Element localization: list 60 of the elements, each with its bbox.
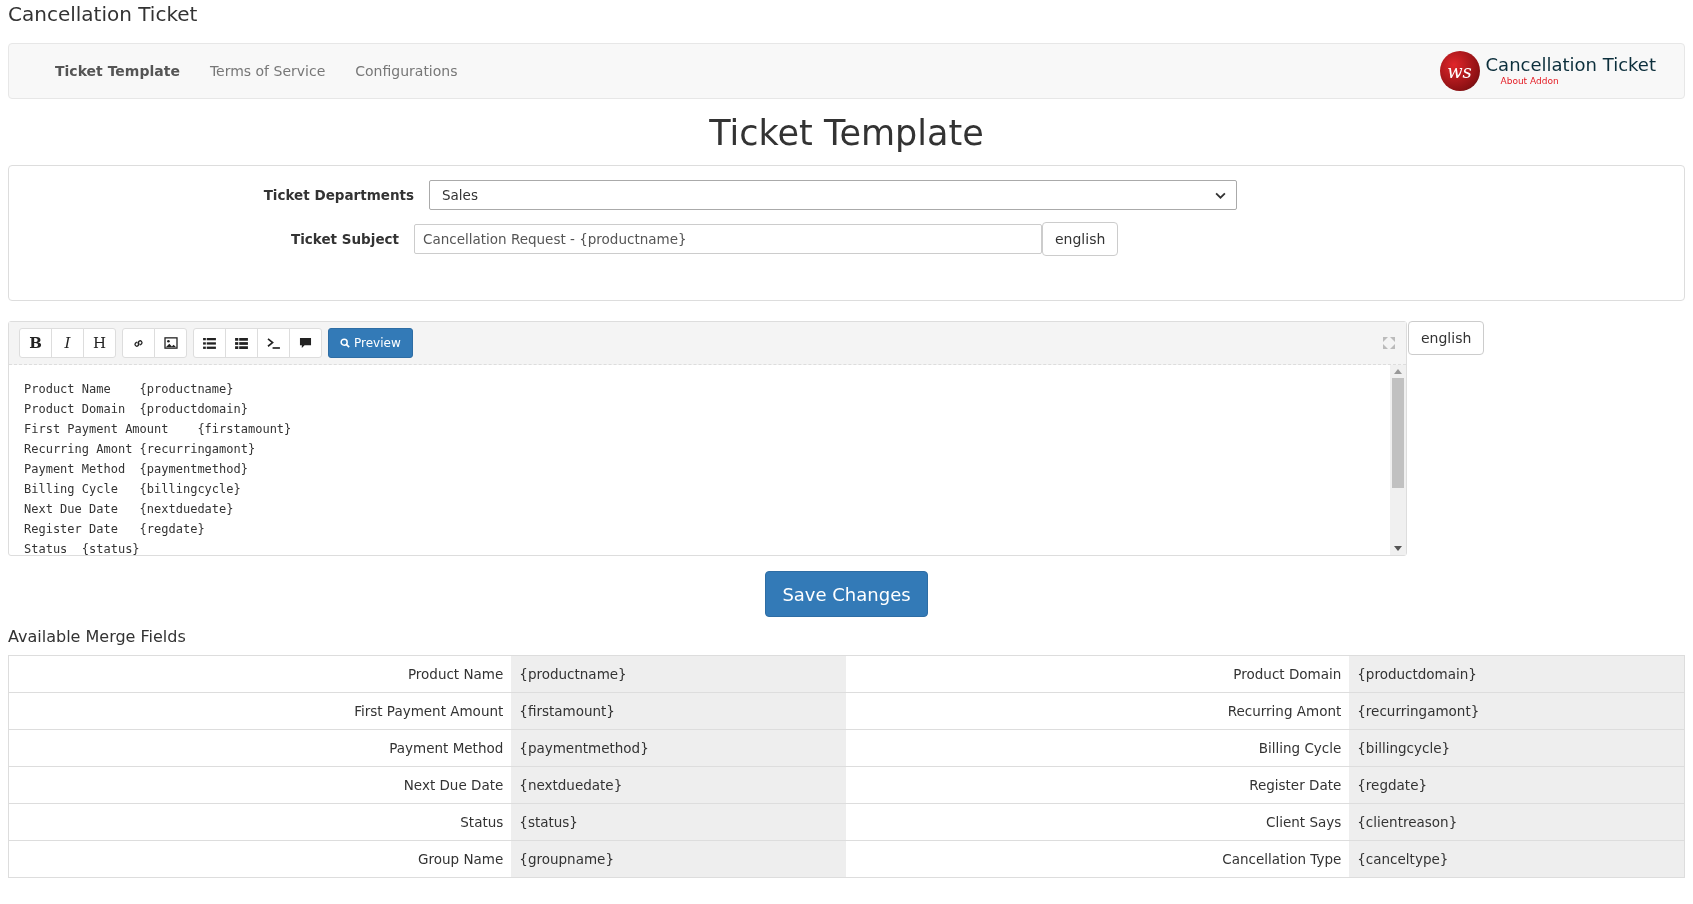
section-title: Available Merge Fields [8,627,187,646]
field-label: Ticket Departments [262,187,415,203]
merge-tag-cell: {clientreason} [1349,803,1685,841]
bold-button[interactable]: B [19,328,52,358]
merge-tag-cell: {regdate} [1349,766,1685,804]
page-heading: Ticket Template [708,113,985,153]
logo-title: Cancellation Ticket [1485,56,1656,74]
field-name-cell: First Payment Amount [8,692,512,730]
field-name-cell: Product Domain [846,655,1350,693]
merge-tag-cell: {paymentmethod} [511,729,847,767]
nav-tab[interactable]: Configurations [355,63,458,79]
merge-tag-cell: {groupname} [511,840,847,878]
merge-tag-cell: {canceltype} [1349,840,1685,878]
subject-input[interactable]: Cancellation Request - {productname} [414,224,1042,254]
image-icon [163,337,178,349]
merge-tag-cell: {recurringamont} [1349,692,1685,730]
logo-icon: ws [1439,51,1480,91]
save-changes-button[interactable]: Save Changes [765,571,928,617]
field-name-cell: Client Says [846,803,1350,841]
field-name-cell: Payment Method [8,729,512,767]
search-icon [340,338,350,348]
merge-tag-cell: {productdomain} [1349,655,1685,693]
field-name-cell: Group Name [8,840,512,878]
merge-tag-cell: {status} [511,803,847,841]
field-name-cell: Next Due Date [8,766,512,804]
field-name-cell: Product Name [8,655,512,693]
field-name-cell: Register Date [846,766,1350,804]
scroll-down-icon[interactable] [1394,546,1402,551]
image-button[interactable] [154,328,187,358]
italic-button[interactable]: I [51,328,84,358]
merge-tag-cell: {nextduedate} [511,766,847,804]
heading-button[interactable]: H [83,328,116,358]
scrollbar[interactable] [1390,365,1406,555]
comment-button[interactable] [289,328,322,358]
code-button[interactable] [257,328,290,358]
nav-tab[interactable]: Terms of Service [209,63,326,79]
link-button[interactable] [122,328,155,358]
merge-tag-cell: {productname} [511,655,847,693]
nav-tab[interactable]: Ticket Template [55,63,180,79]
language-button[interactable]: english [1042,222,1119,256]
field-label: Ticket Subject [290,231,400,247]
merge-tag-cell: {billingcycle} [1349,729,1685,767]
bullet-list-icon [203,337,216,349]
chevron-down-icon [1215,191,1226,199]
preview-button[interactable]: Preview [328,328,413,358]
department-select[interactable]: Sales [429,180,1237,210]
language-button[interactable]: english [1408,321,1485,355]
field-name-cell: Status [8,803,512,841]
field-name-cell: Billing Cycle [846,729,1350,767]
field-name-cell: Cancellation Type [846,840,1350,878]
editor-text[interactable]: Product Name {productname} Product Domain {productdomain} First Payment Amount {firstamount} Recurring Amont {recurringamont} Payment Method {paymentmethod} Billing Cycle {billingcycle} Next Due Date {nextduedate} Register Date {regdate} Status {status} [9,365,1390,555]
comment-icon [299,337,312,349]
page-title: Cancellation Ticket [8,1,199,28]
numbered-list-icon [235,337,248,349]
bullet-list-button[interactable] [193,328,226,358]
about-addon-link[interactable]: About Addon [1485,77,1656,86]
numbered-list-button[interactable] [225,328,258,358]
field-name-cell: Recurring Amont [846,692,1350,730]
merge-tag-cell: {firstamount} [511,692,847,730]
terminal-icon [267,337,280,349]
